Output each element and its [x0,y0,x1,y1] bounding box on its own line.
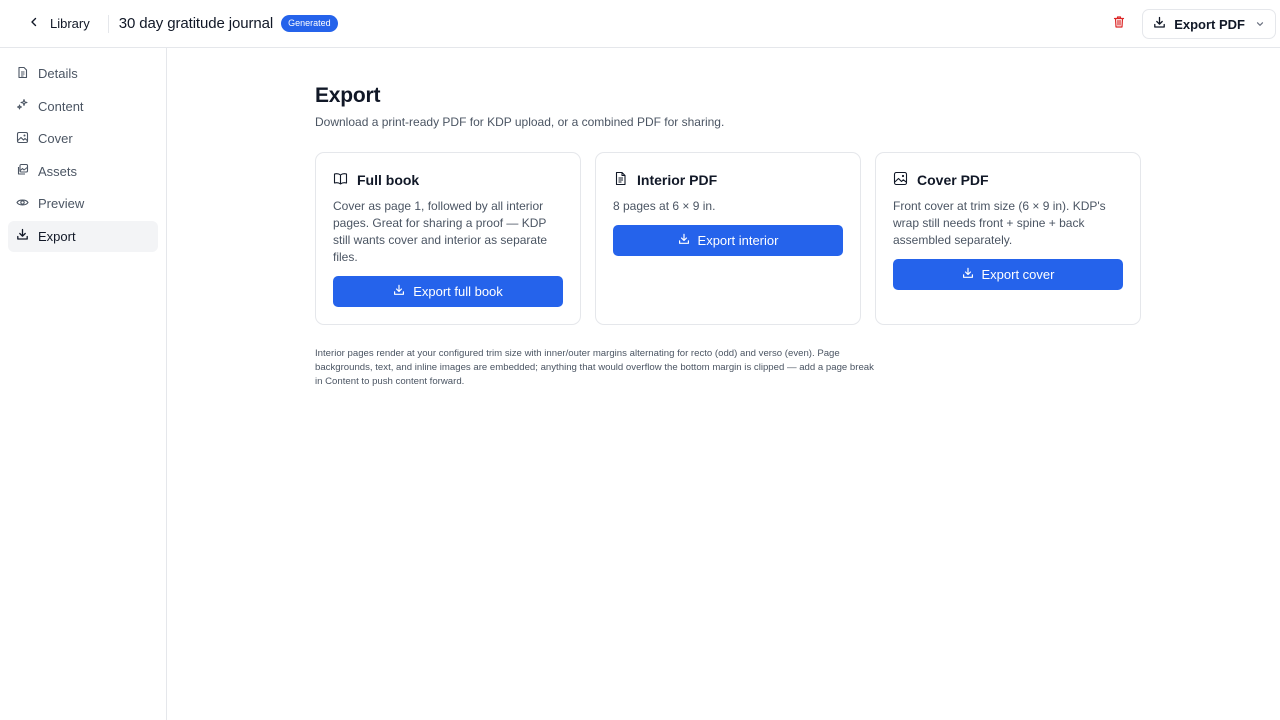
button-label: Export cover [981,267,1055,282]
chevron-left-icon [28,16,40,31]
export-interior-button[interactable]: Export interior [613,225,843,256]
download-icon [962,267,974,282]
cover-image-icon [16,131,29,147]
export-options: Full book Cover as page 1, followed by a… [315,152,1145,325]
card-title: Full book [357,172,420,188]
export-dropdown-label: Export PDF [1174,16,1245,32]
trash-icon [1112,15,1126,34]
page-title: Export [315,84,381,107]
download-icon [1153,16,1166,32]
sidebar-item-cover[interactable]: Cover [8,123,158,154]
export-full-book-button[interactable]: Export full book [333,276,563,307]
export-cover-button[interactable]: Export cover [893,259,1123,290]
sidebar-item-label: Cover [38,131,73,147]
sidebar-item-label: Details [38,66,78,81]
sidebar-item-export[interactable]: Export [8,220,158,252]
sidebar-item-details[interactable]: Details [8,58,158,89]
cover-pdf-card: Cover PDF Front cover at trim size (6 × … [875,152,1141,325]
main-content: Export Download a print-ready PDF for KD… [315,84,1145,389]
download-icon [678,233,690,248]
sidebar-item-content[interactable]: Content [8,91,158,122]
header-divider [107,14,109,33]
back-to-library-link[interactable]: Library [28,16,90,31]
top-bar: Library 30 day gratitude journal Generat… [0,0,1280,48]
card-description: Front cover at trim size (6 × 9 in). KDP… [893,199,1106,247]
chevron-down-icon [1253,17,1265,32]
card-title: Interior PDF [637,172,718,188]
sidebar-item-label: Export [38,228,76,244]
sparkles-icon [16,98,29,114]
sidebar-nav: Details Content Cover Assets Preview Exp… [0,48,167,720]
card-description: Cover as page 1, followed by all interio… [333,199,548,264]
sidebar-item-assets[interactable]: Assets [8,156,158,187]
status-badge: Generated [281,15,338,32]
card-description: 8 pages at 6 × 9 in. [613,199,716,213]
button-label: Export interior [697,233,779,248]
download-icon [16,228,29,244]
download-icon [393,284,405,299]
button-label: Export full book [413,284,503,299]
sidebar-item-label: Assets [38,163,78,179]
book-icon [333,171,348,189]
document-title: 30 day gratitude journal [118,15,274,32]
back-link-label: Library [50,16,90,31]
sidebar-item-preview[interactable]: Preview [8,188,158,219]
export-info-note: Interior pages render at your configured… [315,348,874,387]
delete-button[interactable] [1108,13,1130,35]
card-header: Interior PDF [613,171,843,189]
interior-pdf-card: Interior PDF 8 pages at 6 × 9 in. Export… [595,152,861,325]
assets-icon [16,163,29,179]
eye-icon [16,196,29,212]
sidebar-item-label: Preview [38,196,85,212]
sidebar-item-label: Content [38,98,84,114]
card-header: Full book [333,171,563,189]
full-book-card: Full book Cover as page 1, followed by a… [315,152,581,325]
file-text-icon [613,171,628,189]
card-header: Cover PDF [893,171,1123,189]
page-subtitle: Download a print-ready PDF for KDP uploa… [315,115,725,129]
card-title: Cover PDF [917,172,989,188]
image-icon [893,171,908,189]
export-pdf-dropdown[interactable]: Export PDF [1142,9,1276,39]
document-icon [16,66,29,82]
header-actions: Export PDF [1108,9,1276,39]
